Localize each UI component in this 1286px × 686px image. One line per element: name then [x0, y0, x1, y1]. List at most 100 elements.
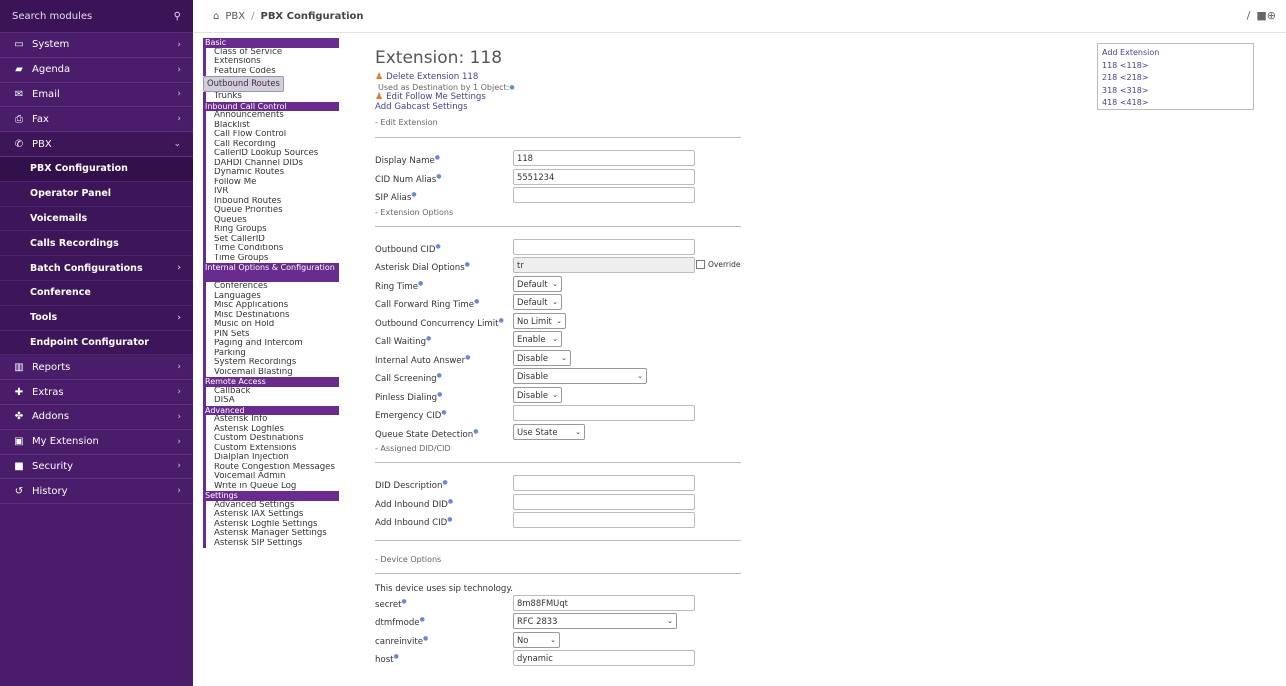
- emergency-cid-input[interactable]: [513, 405, 695, 421]
- module-link[interactable]: DISA: [203, 396, 339, 406]
- help-icon[interactable]: ●: [418, 280, 423, 287]
- call-waiting-select[interactable]: Enable ⌄: [513, 331, 562, 347]
- add-extension-link[interactable]: Add Extension: [1102, 47, 1249, 60]
- module-link[interactable]: Queue Priorities: [203, 206, 339, 216]
- search-icon[interactable]: ⚲: [174, 11, 181, 22]
- inbound-did-input[interactable]: [513, 493, 695, 510]
- help-icon[interactable]: ●: [448, 498, 453, 505]
- override-checkbox[interactable]: [696, 260, 705, 269]
- module-link[interactable]: Outbound Routes: [203, 76, 284, 92]
- module-link[interactable]: Paging and Intercom: [203, 339, 339, 349]
- help-icon[interactable]: ●: [442, 479, 447, 486]
- module-link[interactable]: CallerID Lookup Sources: [203, 149, 339, 159]
- auto-answer-select[interactable]: Disable ⌄: [513, 349, 571, 366]
- module-link[interactable]: Feature Codes: [203, 66, 339, 76]
- display-name-input[interactable]: 118: [513, 150, 695, 166]
- help-icon[interactable]: ●: [499, 317, 504, 324]
- module-link[interactable]: Misc Destinations: [203, 310, 339, 320]
- nav-item-fax[interactable]: ⎙ Fax ›: [0, 107, 193, 133]
- module-link[interactable]: Set CallerID: [203, 234, 339, 244]
- module-link[interactable]: Music on Hold: [203, 320, 339, 330]
- extension-list-item[interactable]: 418 <418>: [1102, 97, 1249, 110]
- nav-item-history[interactable]: ↺ History ›: [0, 479, 193, 505]
- inbound-cid-input[interactable]: [513, 512, 695, 528]
- module-link[interactable]: Voicemail Blasting: [203, 367, 339, 377]
- host-input[interactable]: dynamic: [513, 650, 695, 666]
- help-icon[interactable]: ●: [437, 372, 442, 379]
- canreinvite-select[interactable]: No ⌄: [513, 631, 560, 648]
- did-description-input[interactable]: [513, 475, 695, 491]
- follow-me-link[interactable]: ♟ Edit Follow Me Settings: [375, 92, 755, 102]
- nav-item-security[interactable]: ■ Security ›: [0, 455, 193, 480]
- help-icon[interactable]: ●: [423, 635, 428, 642]
- secret-input[interactable]: 8m88FMUqt: [513, 594, 695, 611]
- module-link[interactable]: Extensions: [203, 57, 339, 67]
- nav-item-pbx[interactable]: ✆ PBX ⌄: [0, 132, 193, 157]
- module-link[interactable]: Ring Groups: [203, 225, 339, 235]
- nav-item-my-extension[interactable]: ▣ My Extension ›: [0, 430, 193, 455]
- module-link[interactable]: DAHDI Channel DIDs: [203, 158, 339, 168]
- module-link[interactable]: Write in Queue Log: [203, 481, 339, 491]
- cf-ring-time-select[interactable]: Default ⌄: [513, 294, 562, 310]
- module-link[interactable]: Misc Applications: [203, 301, 339, 311]
- help-icon[interactable]: ●: [509, 84, 514, 91]
- module-link[interactable]: Callback: [203, 386, 339, 396]
- module-link[interactable]: Advanced Settings: [203, 500, 339, 510]
- help-icon[interactable]: ●: [436, 243, 441, 250]
- pinless-select[interactable]: Disable ⌄: [513, 386, 562, 403]
- extension-list-item[interactable]: 218 <218>: [1102, 72, 1249, 85]
- module-link[interactable]: Asterisk Info: [203, 415, 339, 425]
- module-link[interactable]: Asterisk Logfile Settings: [203, 519, 339, 529]
- nav-item-system[interactable]: ▭ System ›: [0, 33, 193, 58]
- queue-state-select[interactable]: Use State ⌄: [513, 423, 585, 440]
- module-link[interactable]: System Recordings: [203, 358, 339, 368]
- dtmfmode-select[interactable]: RFC 2833 ⌄: [513, 613, 677, 629]
- help-icon[interactable]: ●: [437, 391, 442, 398]
- nav-sub-batch-configurations[interactable]: Batch Configurations ›: [0, 256, 193, 281]
- nav-sub-endpoint-configurator[interactable]: Endpoint Configurator: [0, 330, 193, 356]
- help-icon[interactable]: ●: [411, 191, 416, 198]
- module-link[interactable]: Parking: [203, 348, 339, 358]
- help-icon[interactable]: ●: [436, 173, 441, 180]
- module-link[interactable]: Inbound Routes: [203, 196, 339, 206]
- module-link[interactable]: Trunks: [203, 92, 339, 102]
- nav-sub-calls-recordings[interactable]: Calls Recordings: [0, 231, 193, 257]
- nav-sub-pbx-configuration[interactable]: PBX Configuration: [0, 156, 193, 182]
- nav-item-reports[interactable]: ▥ Reports ›: [0, 355, 193, 381]
- extension-list-item[interactable]: 318 <318>: [1102, 85, 1249, 98]
- nav-item-addons[interactable]: ✤ Addons ›: [0, 405, 193, 430]
- module-link[interactable]: Dynamic Routes: [203, 168, 339, 178]
- module-link[interactable]: Languages: [203, 291, 339, 301]
- module-link[interactable]: Asterisk SIP Settings: [203, 538, 339, 548]
- nav-item-extras[interactable]: ✚ Extras ›: [0, 380, 193, 405]
- call-screening-select[interactable]: Disable ⌄: [513, 368, 647, 384]
- help-icon[interactable]: ●: [435, 154, 440, 161]
- home-icon[interactable]: ⌂: [213, 11, 219, 22]
- help-icon[interactable]: ●: [447, 516, 452, 523]
- delete-extension-link[interactable]: ♟ Delete Extension 118: [375, 72, 755, 82]
- module-link[interactable]: Custom Destinations: [203, 434, 339, 444]
- breadcrumb-pbx[interactable]: PBX: [225, 11, 245, 22]
- module-link[interactable]: Announcements: [203, 111, 339, 121]
- nav-sub-operator-panel[interactable]: Operator Panel: [0, 181, 193, 207]
- extension-list-item[interactable]: 118 <118>: [1102, 60, 1249, 73]
- help-icon[interactable]: ●: [465, 261, 470, 268]
- module-link[interactable]: Class of Service: [203, 47, 339, 57]
- help-icon[interactable]: ●: [420, 616, 425, 623]
- module-link[interactable]: Route Congestion Messages: [203, 462, 339, 472]
- module-link[interactable]: Conferences: [203, 282, 339, 292]
- nav-item-agenda[interactable]: ▰ Agenda ›: [0, 58, 193, 83]
- help-icon[interactable]: ●: [426, 335, 431, 342]
- nav-sub-tools[interactable]: Tools ›: [0, 305, 193, 331]
- sip-alias-input[interactable]: [513, 187, 695, 203]
- dial-options-input[interactable]: tr: [513, 257, 695, 273]
- module-link[interactable]: Time Conditions: [203, 244, 339, 254]
- help-icon[interactable]: ●: [441, 409, 446, 416]
- nav-item-email[interactable]: ✉ Email ›: [0, 83, 193, 108]
- settings-icon[interactable]: ■⊕: [1256, 9, 1276, 22]
- nav-sub-voicemails[interactable]: Voicemails: [0, 206, 193, 232]
- help-icon[interactable]: ●: [473, 428, 478, 435]
- concurrency-select[interactable]: No Limit ⌄: [513, 312, 566, 329]
- module-link[interactable]: Call Recording: [203, 139, 339, 149]
- help-icon[interactable]: ●: [402, 598, 407, 605]
